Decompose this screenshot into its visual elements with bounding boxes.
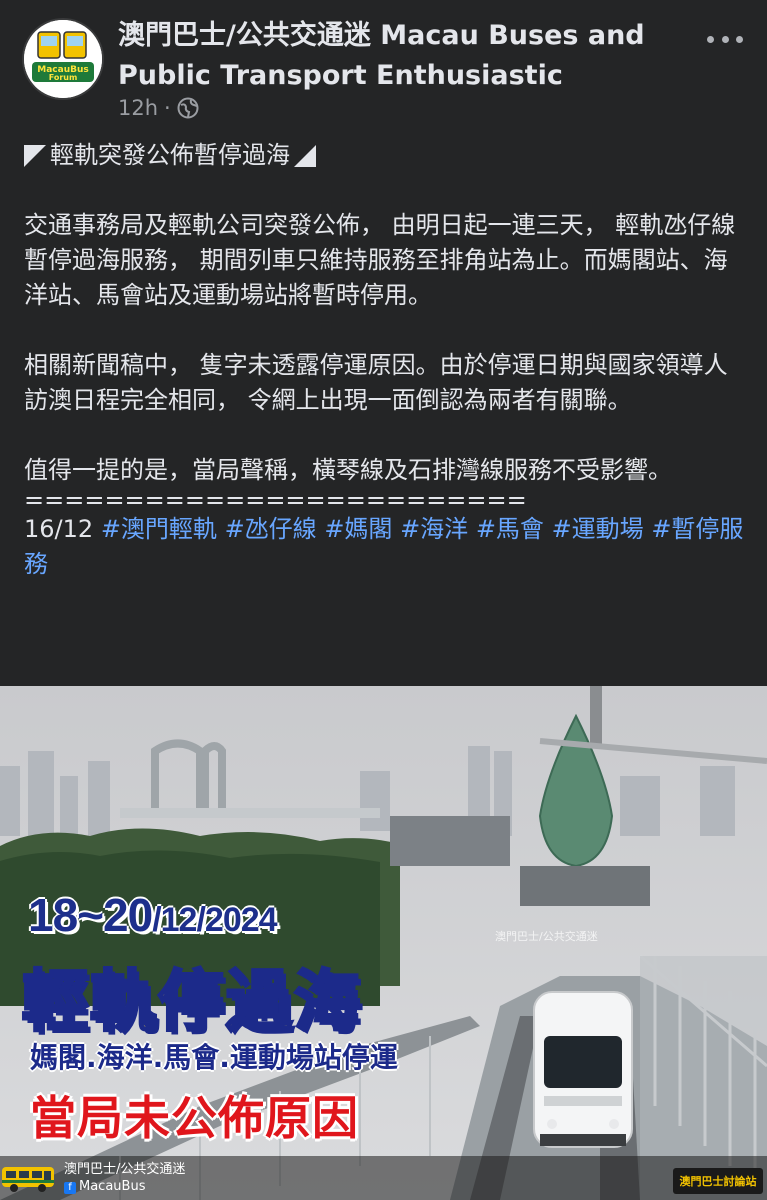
divider-line: ========================= (24, 488, 527, 512)
svg-text:Forum: Forum (49, 73, 78, 82)
more-dot (736, 35, 743, 43)
hashtag-link[interactable]: #澳門輕軌 (101, 515, 217, 543)
page-name-link[interactable]: 澳門巴士/公共交通迷 Macau Buses and Public Transp… (118, 16, 698, 96)
more-dot (721, 35, 729, 43)
paragraph-1: 交通事務局及輕軌公司突發公佈， 由明日起一連三天， 輕軌氹仔線暫停過海服務， 期… (24, 211, 736, 309)
globe-icon (177, 97, 199, 119)
hashtag-link[interactable]: #氹仔線 (225, 515, 317, 543)
hashtag-link[interactable]: #海洋 (400, 515, 468, 543)
footer-text: 澳門巴士/公共交通迷 f MacauBus (64, 1161, 185, 1195)
facebook-icon: f (64, 1182, 76, 1194)
hashtag-link[interactable]: #媽閣 (324, 515, 392, 543)
post-date: 16/12 (24, 515, 94, 543)
hashtag-link[interactable]: #運動場 (552, 515, 644, 543)
corner-triangle-right-icon (294, 144, 316, 167)
page-avatar[interactable]: MacauBus Forum (24, 20, 102, 98)
footer-name: 澳門巴士/公共交通迷 (64, 1162, 186, 1177)
post-header: MacauBus Forum 澳門巴士/公共交通迷 Macau Buses an… (0, 0, 767, 130)
corner-triangle-left-icon (24, 144, 46, 167)
paragraph-2: 相關新聞稿中， 隻字未透露停運原因。由於停運日期與國家領導人訪澳日程完全相同， … (24, 351, 728, 414)
post-time[interactable]: 12h (118, 96, 158, 120)
post-body: 輕軌突發公佈暫停過海 交通事務局及輕軌公司突發公佈， 由明日起一連三天， 輕軌氹… (24, 138, 749, 582)
more-dots-icon[interactable] (707, 30, 743, 48)
date-range-suffix: /12/2024 (152, 901, 277, 939)
post-title-line: 輕軌突發公佈暫停過海 (24, 138, 749, 173)
more-dot (707, 35, 714, 43)
post-meta: 12h · (118, 96, 199, 120)
meta-separator: · (164, 96, 171, 120)
post-title: 輕軌突發公佈暫停過海 (50, 141, 290, 169)
image-headline: 輕軌停過海 (21, 962, 362, 1042)
image-date-range: 18~20/12/2024 (28, 888, 278, 942)
corner-logo: 澳門巴士討論站 (673, 1168, 763, 1194)
image-subline: 媽閣.海洋.馬會.運動場站停運 (30, 1041, 398, 1074)
paragraph-3: 值得一提的是，當局聲稱，橫琴線及石排灣線服務不受影響。 (24, 456, 672, 484)
hashtag-line: 16/12 #澳門輕軌 #氹仔線 #媽閣 #海洋 #馬會 #運動場 #暫停服務 (24, 512, 749, 582)
image-alert-line: 當局未公佈原因 (30, 1091, 359, 1145)
footer-facebook: f MacauBus (64, 1178, 185, 1195)
bus-icon (2, 1167, 54, 1192)
date-range-days: 18~20 (28, 889, 153, 941)
macaubus-forum-logo-icon: MacauBus Forum (24, 20, 102, 98)
footer-fb-handle: MacauBus (79, 1179, 146, 1194)
image-watermark: 澳門巴士/公共交通迷 (495, 930, 598, 943)
hashtag-link[interactable]: #馬會 (476, 515, 544, 543)
image-footer-brand: 澳門巴士/公共交通迷 f MacauBus (0, 1156, 260, 1200)
